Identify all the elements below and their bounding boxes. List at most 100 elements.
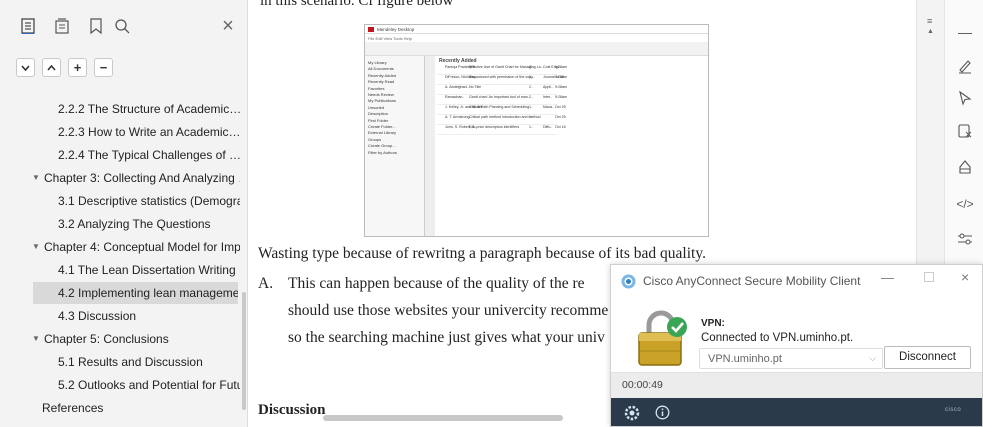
outline-item[interactable]: 2.2.2 The Structure of Academic…: [0, 98, 240, 120]
figure-sidebar-item: External Library: [368, 130, 397, 136]
figure-main-title: Recently Added: [439, 58, 477, 64]
figure-sidebar-item: Description: [368, 111, 389, 117]
chevron-down-icon[interactable]: ▼: [32, 236, 40, 258]
outline-item[interactable]: ▼ Chapter 3: Collecting And Analyzing …: [0, 167, 240, 189]
embedded-figure: Mendeley Desktop File Edit View Tools He…: [364, 24, 709, 237]
minimize-icon[interactable]: —: [955, 22, 975, 42]
vpn-status: Connected to VPN.uminho.pt.: [701, 332, 854, 344]
figure-sidebar-item: Needs Review: [368, 92, 394, 97]
vpn-server-value: VPN.uminho.pt: [708, 353, 782, 365]
vpn-window: Cisco AnyConnect Secure Mobility Client …: [610, 264, 983, 427]
outline-item[interactable]: 4.1 The Lean Dissertation Writing P…: [0, 259, 240, 281]
outline-item[interactable]: 5.1 Results and Discussion: [0, 351, 240, 373]
chevron-down-icon[interactable]: ▼: [32, 167, 40, 189]
figure-sidebar-item: Create Group...: [368, 143, 396, 149]
figure-sidebar-item: Favorites: [368, 85, 385, 91]
vpn-title: Cisco AnyConnect Secure Mobility Client: [643, 274, 861, 288]
figure-row: John, S. Robert, S... Edu price descripto…: [437, 125, 707, 134]
figure-menu: File Edit View Tools Help: [368, 36, 412, 41]
paragraph-2-line-1: This can happen because of the quality o…: [288, 275, 585, 292]
figure-cell: Critical Path Planning and Scheduling: [469, 105, 530, 109]
mendeley-logo: [368, 27, 374, 32]
erase-icon[interactable]: [955, 121, 975, 141]
scroll-up-icon[interactable]: ▲: [927, 28, 934, 35]
figure-cell: No Title: [469, 85, 482, 89]
gear-icon[interactable]: [624, 405, 640, 421]
collapse-icon[interactable]: [16, 58, 35, 77]
figure-sidebar-item: First Folder: [368, 117, 389, 123]
paragraph-1: Wasting type because of rewritng a parag…: [258, 245, 706, 262]
figure-row-divider: [437, 134, 557, 135]
outline-scrollbar[interactable]: [242, 292, 246, 410]
paragraph-2-line-2: should use those websites your univercit…: [288, 302, 609, 319]
figure-row: A. T. Armstrong.. Critical path method in…: [437, 115, 707, 124]
maximize-icon[interactable]: [924, 272, 934, 282]
outline-item-label: References: [42, 401, 104, 415]
vpn-server-select[interactable]: VPN.uminho.pt ⌵: [699, 348, 883, 369]
settings-icon[interactable]: [955, 229, 975, 249]
figure-cell: Inter..: [543, 95, 552, 99]
vpn-label: VPN:: [701, 318, 725, 329]
outline-item-label: 4.3 Discussion: [58, 309, 137, 323]
paragraph-2-line-3: so the searching machine just gives what…: [288, 329, 605, 346]
thumbnails-icon[interactable]: [52, 16, 72, 36]
horizontal-scrollbar-thumb[interactable]: [323, 415, 563, 421]
outline-item[interactable]: References: [0, 397, 240, 419]
zoom-in-icon[interactable]: +: [68, 58, 87, 77]
draw-icon[interactable]: [955, 56, 975, 76]
outline-item[interactable]: ▼ Chapter 5: Conclusions: [0, 328, 240, 350]
outline-item[interactable]: 2.2.3 How to Write an Academic…: [0, 121, 240, 143]
close-icon[interactable]: ×: [218, 15, 238, 37]
outline-item-label: 2.2.2 The Structure of Academic…: [58, 102, 240, 116]
figure-toolbar: [365, 42, 708, 56]
expand-icon[interactable]: [42, 58, 61, 77]
outline-item[interactable]: 4.2 Implementing lean manageme…: [33, 282, 238, 304]
figure-cell: 1..: [529, 115, 533, 119]
figure-cell: A. T. Armstrong..: [445, 115, 472, 119]
figure-sidebar: My Library All Documents Recently Added Rec…: [365, 56, 425, 236]
figure-cell: Oct 25: [555, 115, 566, 119]
outline-item-label: 3.2 Analyzing The Questions: [58, 217, 211, 231]
minimize-icon[interactable]: —: [881, 270, 894, 285]
figure-cell: Edu price descriptors identifiers: [469, 125, 520, 129]
figure-row: J. Kelley, Jr. and M. Wa.. Critical Path …: [437, 105, 707, 114]
outline-item[interactable]: ▼ Chapter 4: Conceptual Model for Impl…: [0, 236, 240, 258]
info-icon[interactable]: [655, 405, 670, 420]
anyconnect-icon: [621, 274, 636, 289]
zoom-out-icon[interactable]: −: [94, 58, 113, 77]
figure-sidebar-item: Recently Read: [368, 79, 395, 85]
outline-item[interactable]: 5.2 Outlooks and Potential for Futu…: [0, 374, 240, 396]
figure-cell: A. Abdelghani..: [445, 85, 470, 89]
figure-cell: 9:28am: [555, 75, 567, 79]
outline-item-label: 2.2.3 How to Write an Academic…: [58, 125, 240, 139]
figure-sidebar-item: Recently Added: [368, 72, 397, 78]
outline-item[interactable]: 3.1 Descriptive statistics (Demogra…: [0, 190, 240, 212]
page-icon: ≡: [927, 16, 933, 26]
figure-sidebar-item: Filter by Authors: [368, 149, 397, 155]
figure-sidebar-gutter: [425, 56, 435, 236]
highlight-icon[interactable]: [955, 157, 975, 177]
outline-item-label: 5.2 Outlooks and Potential for Futu…: [58, 378, 240, 392]
figure-row: Ramachan.. Gantt chart: An important tool…: [437, 95, 707, 104]
outline-item[interactable]: 4.3 Discussion: [0, 305, 240, 327]
bookmark-icon[interactable]: [86, 16, 106, 36]
figure-cell: Mana..: [543, 105, 554, 109]
outline-item-label: 3.1 Descriptive statistics (Demogra…: [58, 194, 240, 208]
code-icon[interactable]: </>: [955, 194, 975, 214]
outline-icon[interactable]: [18, 16, 38, 36]
document-text-top: in this scenario. Cf figure below: [260, 0, 454, 9]
search-icon[interactable]: [112, 16, 132, 36]
figure-window-title: Mendeley Desktop: [377, 27, 415, 32]
figure-row: DiFresco, Nicholas;.. Reproduced with per…: [437, 75, 707, 84]
close-icon[interactable]: ×: [961, 269, 969, 285]
select-icon[interactable]: [955, 88, 975, 108]
outline-item[interactable]: 2.2.4 The Typical Challenges of …: [0, 144, 240, 166]
disconnect-button[interactable]: Disconnect: [884, 346, 971, 369]
figure-cell: Reproduced with permission of the copy..: [469, 75, 535, 79]
figure-cell: Ramachan..: [445, 95, 465, 99]
chevron-down-icon[interactable]: ▼: [32, 328, 40, 350]
figure-titlebar: Mendeley Desktop: [365, 25, 708, 34]
outline-item[interactable]: 3.2 Analyzing The Questions: [0, 213, 240, 235]
vpn-timer-bar: 00:00:49: [611, 372, 982, 398]
outline-item-label: 4.1 The Lean Dissertation Writing P…: [58, 263, 240, 277]
